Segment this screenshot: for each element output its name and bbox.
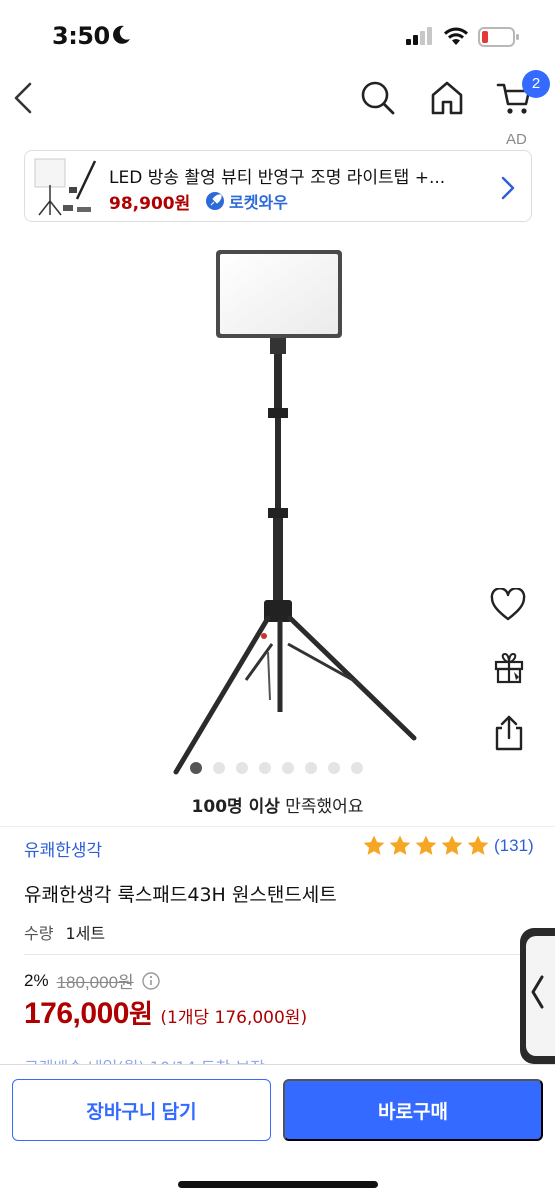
satisfaction-text: 100명 이상 만족했어요 (0, 792, 555, 817)
star-icon (415, 835, 437, 855)
gallery-dot[interactable] (282, 762, 294, 774)
star-icon (363, 835, 385, 855)
discount-percent: 2% (24, 970, 49, 990)
status-bar: 3:50 (0, 0, 555, 70)
ad-title: LED 방송 촬영 뷰티 반영구 조명 라이트탭 +... (109, 168, 446, 188)
satisfaction-count: 100명 이상 (191, 797, 280, 817)
heart-icon[interactable] (490, 588, 526, 622)
gallery-dot[interactable] (305, 762, 317, 774)
gallery-dot[interactable] (259, 762, 271, 774)
home-indicator (178, 1181, 378, 1188)
ad-price: 98,900원 (109, 194, 191, 214)
buy-now-button[interactable]: 바로구매 (283, 1079, 543, 1141)
gallery-dot[interactable] (351, 762, 363, 774)
add-to-cart-button[interactable]: 장바구니 담기 (12, 1079, 271, 1141)
sale-price: 176,000원 (24, 994, 153, 1031)
bottom-action-bar: 장바구니 담기 바로구매 (0, 1064, 555, 1200)
gift-icon[interactable] (492, 650, 526, 684)
divider (0, 826, 555, 827)
gallery-dot[interactable] (190, 762, 202, 774)
back-icon[interactable] (10, 78, 40, 118)
gallery-pagination (190, 762, 363, 774)
star-icon (389, 835, 411, 855)
sale-price-number: 176,000 (24, 997, 129, 1030)
star-icon (467, 835, 489, 855)
divider (24, 954, 531, 955)
search-icon[interactable] (360, 80, 396, 116)
info-icon[interactable] (141, 971, 160, 990)
rating-stars[interactable] (362, 834, 490, 858)
gallery-dot[interactable] (328, 762, 340, 774)
moon-icon (113, 25, 130, 44)
chevron-right-icon[interactable] (499, 175, 517, 201)
rocket-icon (206, 192, 224, 210)
home-icon[interactable] (430, 80, 464, 116)
sale-price-currency: 원 (128, 999, 153, 1029)
discount-row: 2% 180,000원 (24, 968, 160, 993)
product-title: 유쾌한생각 룩스패드43H 원스탠드세트 (24, 884, 337, 906)
side-drawer-tab[interactable] (520, 928, 555, 1064)
gallery-dot[interactable] (236, 762, 248, 774)
satisfaction-rest: 만족했어요 (279, 797, 364, 817)
wifi-icon (444, 27, 468, 45)
original-price: 180,000원 (56, 973, 134, 992)
cart-count-badge: 2 (522, 70, 550, 98)
cellular-signal-icon (406, 27, 432, 45)
rocket-badge: 로켓와우 (205, 189, 288, 213)
quantity-value: 1세트 (65, 924, 106, 943)
quantity-label: 수량 (24, 924, 54, 943)
unit-price: (1개당 176,000원) (160, 1008, 308, 1028)
brand-link[interactable]: 유쾌한생각 (24, 836, 102, 861)
gallery-dot[interactable] (213, 762, 225, 774)
ad-label: AD (506, 131, 527, 148)
price-row: 176,000원 (1개당 176,000원) (24, 994, 307, 1031)
star-icon (441, 835, 463, 855)
product-image[interactable] (140, 240, 440, 780)
battery-icon (478, 27, 519, 47)
rocket-label: 로켓와우 (229, 193, 288, 212)
ad-banner[interactable]: LED 방송 촬영 뷰티 반영구 조명 라이트탭 +... 98,900원 로켓… (24, 150, 532, 222)
review-count[interactable]: (131) (494, 836, 534, 856)
ad-product-thumbnail (34, 158, 97, 216)
quantity-row: 수량 1세트 (24, 920, 105, 944)
status-time: 3:50 (52, 22, 110, 50)
share-icon[interactable] (492, 714, 526, 752)
chevron-left-icon (531, 975, 544, 1009)
